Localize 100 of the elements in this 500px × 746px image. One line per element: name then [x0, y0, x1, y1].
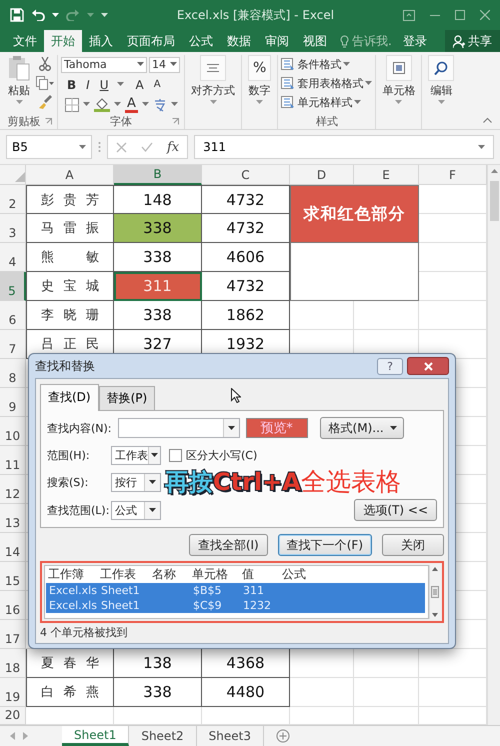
caret-icon[interactable] — [149, 508, 156, 512]
dialog-button[interactable]: 查找下一个(F) — [278, 534, 372, 556]
column-header[interactable]: 工作表 — [100, 566, 152, 583]
name-box[interactable]: B5 — [6, 135, 92, 159]
style-menu-button[interactable]: 单元格样式 — [281, 93, 362, 112]
column-header[interactable]: D — [290, 165, 354, 185]
caret-icon[interactable] — [151, 453, 158, 458]
phonetic-guide-icon[interactable] — [152, 98, 167, 112]
column-header[interactable]: E — [354, 165, 419, 185]
row-header[interactable]: 16 — [0, 591, 26, 620]
row-header[interactable]: 19 — [0, 678, 26, 707]
caret-icon[interactable] — [228, 426, 235, 430]
style-menu-button[interactable]: 条件格式 — [281, 55, 350, 74]
ribbon-tab[interactable]: 数据 — [220, 30, 258, 52]
dialog-button[interactable]: 关闭 — [382, 534, 444, 556]
close-icon[interactable] — [480, 10, 490, 20]
alignment-button[interactable]: 对齐方式 — [188, 55, 238, 114]
options-button[interactable]: 选项(T) << — [354, 499, 437, 521]
row-header[interactable]: 20 — [0, 707, 26, 725]
row-header[interactable]: 17 — [0, 620, 26, 649]
font-name-field[interactable]: Tahoma — [61, 56, 147, 72]
cells-button[interactable]: 单元格 — [379, 55, 418, 114]
caret-icon[interactable] — [390, 426, 397, 430]
dropdown-field[interactable]: 公式 — [111, 500, 161, 520]
font-color-button[interactable]: A — [125, 96, 138, 112]
column-header[interactable]: 值 — [242, 566, 282, 583]
ribbon-tab[interactable]: 公式 — [182, 30, 220, 52]
caret-icon[interactable] — [137, 62, 144, 67]
collapse-ribbon-icon[interactable] — [483, 117, 492, 123]
scroll-thumb-icon[interactable] — [431, 586, 439, 598]
ribbon-tab[interactable]: 审阅 — [258, 30, 296, 52]
number-format-button[interactable]: % 数字 — [245, 55, 274, 114]
dropdown-field[interactable]: 工作表 — [111, 446, 161, 465]
redo-icon[interactable] — [66, 9, 80, 21]
shrink-font-button[interactable]: A — [152, 80, 163, 90]
font-size-field[interactable]: 14 — [149, 56, 180, 72]
dropdown-field[interactable]: 按行 — [111, 472, 161, 492]
underline-button[interactable]: U — [98, 78, 110, 90]
row-header[interactable]: 6 — [0, 301, 26, 330]
scrollbar-thumb[interactable] — [490, 181, 498, 221]
row-header[interactable]: 13 — [0, 504, 26, 533]
row-header[interactable]: 10 — [0, 417, 26, 446]
scroll-up-icon[interactable] — [490, 169, 498, 173]
sign-in-link[interactable]: 登录 — [396, 30, 434, 52]
row-header[interactable]: 8 — [0, 359, 26, 388]
bold-button[interactable]: B — [65, 78, 78, 90]
ribbon-options-icon[interactable] — [403, 10, 415, 20]
launcher-icon[interactable] — [172, 118, 179, 125]
row-header[interactable]: 15 — [0, 562, 26, 591]
ribbon-tab[interactable]: 插入 — [82, 30, 120, 52]
column-header[interactable]: 公式 — [282, 566, 428, 583]
borders-icon[interactable] — [65, 98, 79, 112]
format-painter-icon[interactable] — [38, 95, 52, 109]
style-menu-button[interactable]: 套用表格格式 — [281, 74, 372, 93]
caret-icon[interactable] — [149, 480, 156, 484]
formula-field[interactable]: 311 — [203, 140, 226, 154]
share-button[interactable]: 共享 — [445, 30, 500, 52]
save-icon[interactable] — [10, 8, 24, 22]
ribbon-tab[interactable]: 文件 — [6, 30, 44, 52]
dialog-tab[interactable]: 查找(D) — [40, 384, 99, 411]
find-what-field[interactable] — [118, 418, 240, 438]
launcher-icon[interactable] — [44, 118, 52, 125]
column-header[interactable]: 工作簿 — [48, 566, 100, 583]
ribbon-tab[interactable]: 开始 — [44, 30, 82, 52]
sheet-tab[interactable]: Sheet1 — [62, 726, 130, 746]
help-button[interactable]: ? — [377, 358, 403, 374]
row-header[interactable]: 12 — [0, 475, 26, 504]
caret-icon[interactable] — [52, 12, 59, 18]
editing-button[interactable]: 编辑 — [425, 55, 458, 114]
next-sheet-icon[interactable] — [23, 732, 28, 740]
scroll-down-icon[interactable] — [432, 613, 438, 617]
previous-sheet-icon[interactable] — [10, 732, 15, 740]
row-header[interactable]: 18 — [0, 649, 26, 678]
grow-font-button[interactable]: A — [134, 78, 146, 90]
column-header[interactable]: 单元格 — [192, 566, 242, 583]
scissors-icon[interactable] — [39, 57, 51, 71]
row-header[interactable]: 5 — [0, 272, 26, 301]
row-header[interactable]: 11 — [0, 446, 26, 475]
insert-function-button[interactable]: fx — [167, 140, 180, 154]
row-header[interactable]: 4 — [0, 243, 26, 272]
lightbulb-icon[interactable] — [340, 34, 349, 48]
row-header[interactable]: 9 — [0, 388, 26, 417]
row-header[interactable]: 2 — [0, 185, 26, 214]
sheet-tab[interactable]: Sheet2 — [129, 726, 197, 746]
row-header[interactable]: 14 — [0, 533, 26, 562]
copy-icon[interactable] — [36, 76, 54, 90]
scroll-up-icon[interactable] — [432, 567, 438, 571]
dialog-tab[interactable]: 替换(P) — [98, 386, 156, 410]
ribbon-tab[interactable]: 视图 — [296, 30, 334, 52]
column-header[interactable]: B — [114, 165, 202, 185]
checkbox[interactable] — [169, 449, 182, 462]
dialog-button[interactable]: 查找全部(I) — [188, 534, 268, 556]
ribbon-tab[interactable]: 页面布局 — [120, 30, 182, 52]
add-sheet-icon[interactable] — [276, 729, 290, 743]
caret-icon[interactable] — [170, 62, 177, 67]
column-header[interactable]: F — [419, 165, 487, 185]
row-header[interactable]: 3 — [0, 214, 26, 243]
italic-button[interactable]: I — [84, 78, 92, 90]
undo-icon[interactable] — [31, 9, 45, 21]
close-button[interactable] — [407, 357, 449, 375]
